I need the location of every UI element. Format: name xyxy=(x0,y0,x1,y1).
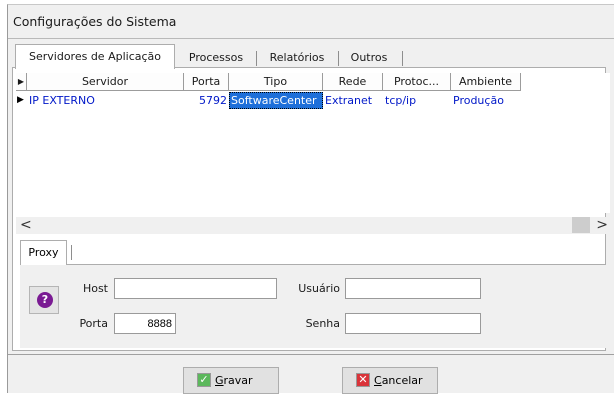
tab-separator xyxy=(71,245,72,260)
cancelar-label: Cancelar xyxy=(374,374,423,387)
column-header-tipo[interactable]: Tipo xyxy=(229,73,323,91)
horizontal-scrollbar[interactable]: < > xyxy=(16,217,610,234)
tab-outros[interactable]: Outros xyxy=(338,47,403,69)
scroll-thumb[interactable] xyxy=(572,217,590,233)
tab-processos[interactable]: Processos xyxy=(178,47,257,69)
porta-input[interactable] xyxy=(114,313,176,334)
senha-input[interactable] xyxy=(345,313,481,334)
question-icon: ? xyxy=(37,292,53,308)
window-title: Configurações do Sistema xyxy=(13,14,177,29)
settings-window: Configurações do Sistema Servidores de A… xyxy=(7,4,614,394)
cell-ambiente[interactable]: Produção xyxy=(451,92,521,109)
close-icon: ✕ xyxy=(356,373,370,387)
tab-outros-label: Outros xyxy=(350,51,388,64)
scroll-right-icon[interactable]: > xyxy=(596,217,608,234)
host-input[interactable] xyxy=(114,278,277,299)
senha-label: Senha xyxy=(305,317,340,330)
gravar-label: Gravar xyxy=(215,374,253,387)
usuario-label: Usuário xyxy=(298,282,340,295)
header-indicator[interactable]: ▶ xyxy=(16,73,27,91)
tab-relatorios[interactable]: Relatórios xyxy=(258,47,339,69)
host-label: Host xyxy=(82,282,108,295)
tab-proxy[interactable]: Proxy xyxy=(20,240,67,265)
cell-protocolo[interactable]: tcp/ip xyxy=(383,92,451,109)
footer-divider xyxy=(8,354,614,355)
tab-separator xyxy=(402,51,403,66)
title-divider xyxy=(8,38,614,39)
row-indicator: ▶ xyxy=(17,95,24,105)
cell-rede[interactable]: Extranet xyxy=(323,92,383,109)
tab-relatorios-label: Relatórios xyxy=(269,51,325,64)
help-button[interactable]: ? xyxy=(29,286,59,314)
column-header-servidor[interactable]: Servidor xyxy=(27,73,184,91)
proxy-panel xyxy=(20,264,606,348)
cell-porta[interactable]: 5792 xyxy=(184,92,229,109)
scroll-left-icon[interactable]: < xyxy=(20,217,32,234)
column-header-ambiente[interactable]: Ambiente xyxy=(451,73,521,91)
cell-servidor[interactable]: IP EXTERNO xyxy=(27,92,184,109)
gravar-button[interactable]: ✓ Gravar xyxy=(183,367,279,394)
usuario-input[interactable] xyxy=(345,278,481,299)
column-header-rede[interactable]: Rede xyxy=(323,73,383,91)
tab-processos-label: Processos xyxy=(188,51,244,64)
porta-label: Porta xyxy=(79,317,108,330)
servers-grid[interactable]: ▶ Servidor Porta Tipo Rede Protoc... Amb… xyxy=(16,73,610,213)
column-header-protocolo[interactable]: Protoc... xyxy=(383,73,451,91)
cancelar-button[interactable]: ✕ Cancelar xyxy=(342,367,438,394)
cell-tipo[interactable]: SoftwareCenter xyxy=(229,92,323,109)
tab-servidores-label: Servidores de Aplicação xyxy=(29,50,161,63)
column-header-porta[interactable]: Porta xyxy=(184,73,229,91)
tab-servidores[interactable]: Servidores de Aplicação xyxy=(15,44,175,69)
check-icon: ✓ xyxy=(197,373,211,387)
tab-separator xyxy=(256,51,257,66)
